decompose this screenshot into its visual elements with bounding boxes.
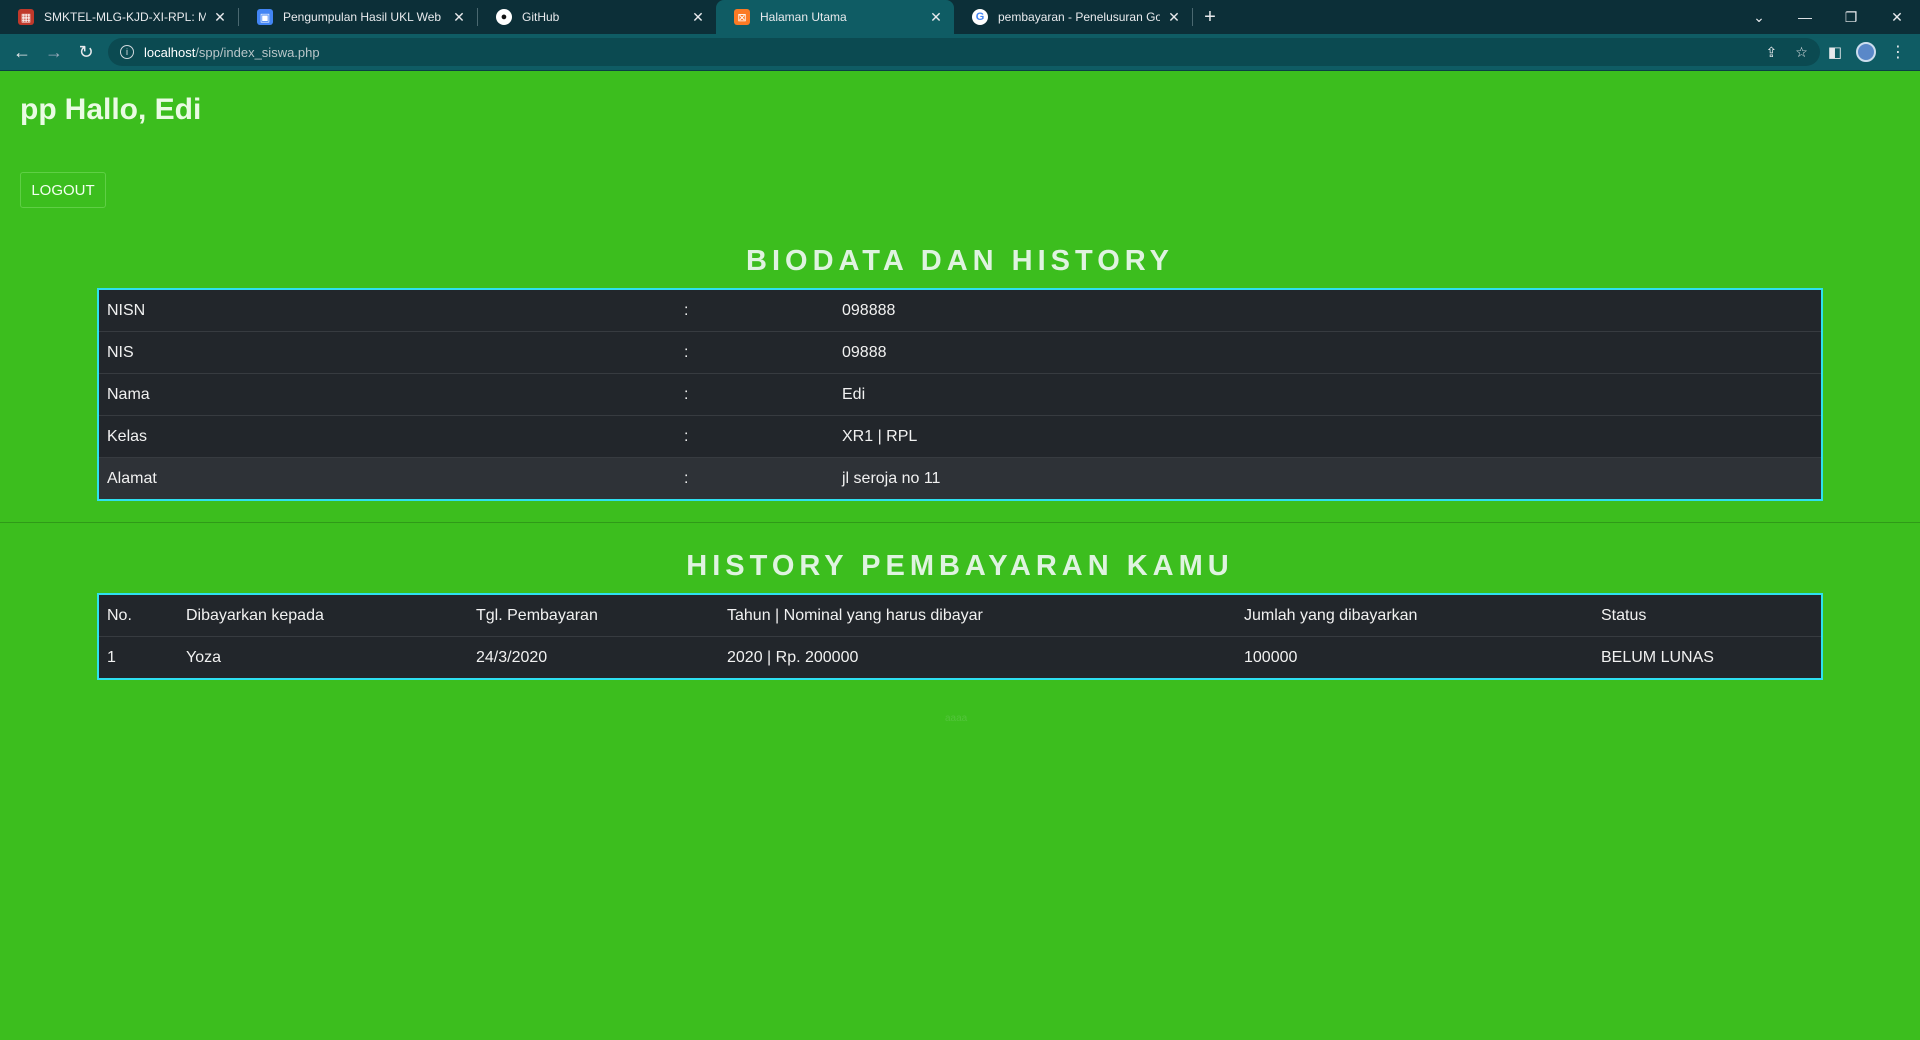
- table-header-row: No. Dibayarkan kepada Tgl. Pembayaran Ta…: [99, 595, 1821, 637]
- side-panel-icon[interactable]: ◧: [1828, 43, 1842, 61]
- new-tab-button[interactable]: +: [1193, 0, 1227, 34]
- classroom-icon: ▣: [257, 9, 273, 25]
- column-header: No.: [107, 606, 132, 624]
- browser-tab-bar: ▦ SMKTEL-MLG-KJD-XI-RPL: Modu ✕ ▣ Pengum…: [0, 0, 1920, 34]
- biodata-label: NIS: [107, 343, 134, 361]
- browser-toolbar: ← → ↻ i localhost/spp/index_siswa.php ⇪ …: [0, 34, 1920, 71]
- restore-icon[interactable]: ❐: [1828, 0, 1874, 34]
- column-header: Status: [1601, 606, 1647, 624]
- url-host: localhost: [144, 44, 196, 60]
- share-icon[interactable]: ⇪: [1766, 44, 1778, 61]
- table-cell: Yoza: [186, 648, 221, 666]
- table-row: NIS : 09888: [99, 332, 1821, 374]
- close-icon[interactable]: ✕: [451, 9, 467, 26]
- google-icon: G: [972, 9, 988, 25]
- close-icon[interactable]: ✕: [690, 9, 706, 26]
- column-header: Jumlah yang dibayarkan: [1244, 606, 1418, 624]
- column-header: Dibayarkan kepada: [186, 606, 324, 624]
- history-table: No. Dibayarkan kepada Tgl. Pembayaran Ta…: [97, 593, 1823, 680]
- tab-title: GitHub: [522, 10, 560, 24]
- biodata-separator: :: [684, 385, 689, 403]
- tab-halaman-utama[interactable]: ⊠ Halaman Utama ✕: [716, 0, 954, 34]
- reload-icon[interactable]: ↻: [70, 36, 102, 68]
- tab-pengumpulan[interactable]: ▣ Pengumpulan Hasil UKL Web ✕: [239, 0, 477, 34]
- github-icon: ●: [496, 9, 512, 25]
- table-row: NISN : 098888: [99, 290, 1821, 332]
- toolbar-actions: ◧ ⋮: [1828, 42, 1920, 62]
- column-header: Tgl. Pembayaran: [476, 606, 598, 624]
- tab-search-icon[interactable]: ⌄: [1736, 0, 1782, 34]
- biodata-value: jl seroja no 11: [842, 469, 941, 487]
- biodata-separator: :: [684, 343, 689, 361]
- url-path: /spp/index_siswa.php: [195, 44, 320, 60]
- close-window-icon[interactable]: ✕: [1874, 0, 1920, 34]
- site-info-icon[interactable]: i: [120, 45, 134, 59]
- window-controls: ⌄ — ❐ ✕: [1736, 0, 1920, 34]
- address-bar[interactable]: i localhost/spp/index_siswa.php ⇪ ☆: [108, 38, 1820, 66]
- moodle-icon: ▦: [18, 9, 34, 25]
- tab-google-search[interactable]: G pembayaran - Penelusuran Goog ✕: [954, 0, 1192, 34]
- table-cell: 2020 | Rp. 200000: [727, 648, 859, 666]
- table-cell: 24/3/2020: [476, 648, 548, 666]
- bookmark-star-icon[interactable]: ☆: [1795, 44, 1808, 61]
- xampp-icon: ⊠: [734, 9, 750, 25]
- kebab-menu-icon[interactable]: ⋮: [1890, 42, 1906, 62]
- forward-icon[interactable]: →: [38, 36, 70, 68]
- history-title: HISTORY PEMBAYARAN KAMU: [686, 550, 1234, 582]
- biodata-value: Edi: [842, 385, 866, 403]
- biodata-label: Alamat: [107, 469, 157, 487]
- profile-avatar-icon[interactable]: [1856, 42, 1876, 62]
- biodata-value: XR1 | RPL: [842, 427, 918, 445]
- column-header: Tahun | Nominal yang harus dibayar: [727, 606, 983, 624]
- page-content: pp Hallo, Edi LOGOUT BIODATA DAN HISTORY…: [0, 71, 1920, 1039]
- biodata-label: Kelas: [107, 427, 148, 445]
- table-row: Kelas : XR1 | RPL: [99, 416, 1821, 458]
- table-row: 1 Yoza 24/3/2020 2020 | Rp. 200000 10000…: [99, 637, 1821, 678]
- back-icon[interactable]: ←: [6, 36, 38, 68]
- tab-title: SMKTEL-MLG-KJD-XI-RPL: Modu: [44, 10, 206, 24]
- omnibox-actions: ⇪ ☆: [1766, 44, 1808, 61]
- greeting-header: pp Hallo, Edi: [20, 93, 201, 127]
- biodata-separator: :: [684, 427, 689, 445]
- logout-button[interactable]: LOGOUT: [20, 172, 106, 208]
- close-icon[interactable]: ✕: [1166, 9, 1182, 26]
- tab-github[interactable]: ● GitHub ✕: [478, 0, 716, 34]
- tab-title: pembayaran - Penelusuran Goog: [998, 10, 1160, 24]
- table-cell: 100000: [1244, 648, 1298, 666]
- biodata-separator: :: [684, 469, 689, 487]
- close-icon[interactable]: ✕: [212, 9, 228, 26]
- status-cell: BELUM LUNAS: [1601, 648, 1714, 666]
- table-row: Alamat : jl seroja no 11: [99, 458, 1821, 499]
- broken-image-alt: pp: [20, 93, 57, 126]
- biodata-value: 09888: [842, 343, 887, 361]
- tab-title: Pengumpulan Hasil UKL Web: [283, 10, 442, 24]
- table-row: Nama : Edi: [99, 374, 1821, 416]
- footer-text: aaaa: [945, 713, 968, 724]
- biodata-label: NISN: [107, 301, 146, 319]
- minimize-icon[interactable]: —: [1782, 0, 1828, 34]
- greeting-text: Hallo, Edi: [64, 93, 202, 126]
- close-icon[interactable]: ✕: [928, 9, 944, 26]
- section-divider: [0, 522, 1920, 523]
- tab-title: Halaman Utama: [760, 10, 847, 24]
- tab-smktel[interactable]: ▦ SMKTEL-MLG-KJD-XI-RPL: Modu ✕: [0, 0, 238, 34]
- biodata-separator: :: [684, 301, 689, 319]
- biodata-title: BIODATA DAN HISTORY: [746, 245, 1174, 277]
- biodata-value: 098888: [842, 301, 896, 319]
- biodata-label: Nama: [107, 385, 150, 403]
- biodata-table: NISN : 098888 NIS : 09888 Nama : Edi Kel…: [97, 288, 1823, 501]
- table-cell: 1: [107, 648, 116, 666]
